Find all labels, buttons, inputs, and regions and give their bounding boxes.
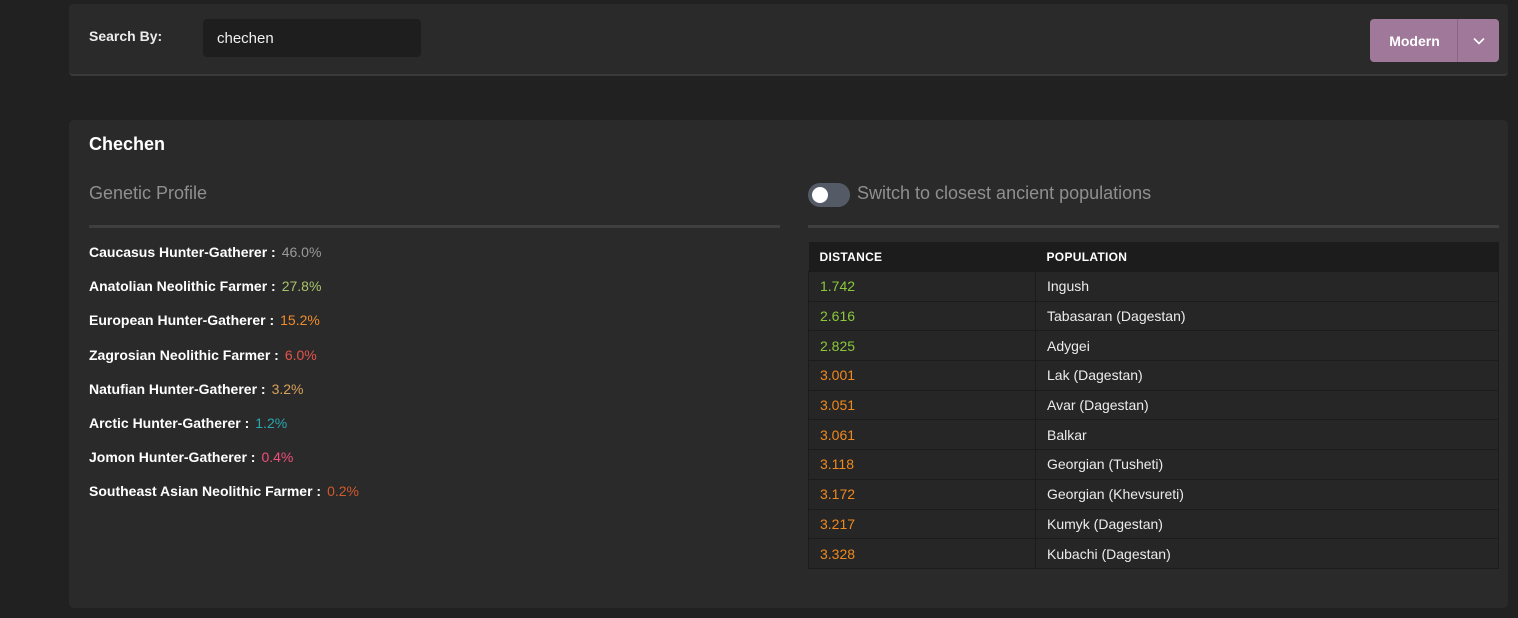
table-row[interactable]: 3.001 Lak (Dagestan) [808, 360, 1499, 391]
ancient-populations-toggle-label: Switch to closest ancient populations [857, 183, 1152, 203]
genetic-profile-list: Caucasus Hunter-Gatherer : 46.0% Anatolian… [89, 244, 359, 518]
profile-component-name: Arctic Hunter-Gatherer : [89, 414, 250, 431]
distance-cell: 2.616 [808, 300, 1036, 332]
profile-item: Natufian Hunter-Gatherer : 3.2% [89, 381, 359, 415]
divider [89, 225, 780, 228]
population-result-card: Chechen Genetic Profile Caucasus Hunter-… [69, 120, 1508, 608]
profile-component-percent: 15.2% [280, 312, 320, 329]
profile-component-name: Southeast Asian Neolithic Farmer : [89, 483, 322, 500]
population-cell: Kubachi (Dagestan) [1035, 538, 1499, 569]
profile-component-name: Zagrosian Neolithic Farmer : [89, 346, 279, 363]
distance-cell: 3.328 [808, 538, 1036, 569]
population-cell: Kumyk (Dagestan) [1035, 508, 1499, 540]
profile-component-percent: 3.2% [271, 380, 304, 397]
divider [808, 225, 1499, 228]
profile-item: Zagrosian Neolithic Farmer : 6.0% [89, 347, 359, 381]
profile-item: Anatolian Neolithic Farmer : 27.8% [89, 278, 359, 312]
table-row[interactable]: 1.742 Ingush [808, 271, 1499, 302]
table-row[interactable]: 2.825 Adygei [808, 330, 1499, 362]
distance-cell: 2.825 [808, 330, 1036, 362]
mode-dropdown[interactable]: Modern [1370, 19, 1499, 62]
profile-item: Caucasus Hunter-Gatherer : 46.0% [89, 244, 359, 278]
distance-cell: 3.061 [808, 419, 1036, 451]
profile-item: Southeast Asian Neolithic Farmer : 0.2% [89, 483, 359, 517]
profile-component-name: Anatolian Neolithic Farmer : [89, 278, 276, 295]
population-cell: Adygei [1035, 330, 1499, 362]
population-cell: Georgian (Khevsureti) [1035, 478, 1499, 510]
distance-table: DISTANCE POPULATION 1.742 Ingush 2.616 Taba… [808, 242, 1499, 569]
population-cell: Avar (Dagestan) [1035, 389, 1499, 421]
profile-component-percent: 0.4% [261, 449, 294, 466]
table-row[interactable]: 3.328 Kubachi (Dagestan) [808, 538, 1499, 569]
table-row[interactable]: 2.616 Tabasaran (Dagestan) [808, 300, 1499, 332]
profile-item: Arctic Hunter-Gatherer : 1.2% [89, 415, 359, 449]
distance-cell: 3.217 [808, 508, 1036, 540]
search-label: Search By: [89, 28, 163, 44]
distance-cell: 1.742 [808, 271, 1036, 302]
table-row[interactable]: 3.217 Kumyk (Dagestan) [808, 508, 1499, 540]
genetic-profile-heading: Genetic Profile [89, 183, 208, 203]
profile-item: Jomon Hunter-Gatherer : 0.4% [89, 449, 359, 483]
population-cell: Ingush [1035, 271, 1499, 302]
population-cell: Georgian (Tusheti) [1035, 449, 1499, 480]
table-row[interactable]: 3.061 Balkar [808, 419, 1499, 451]
column-header-population[interactable]: POPULATION [1035, 242, 1499, 272]
table-row[interactable]: 3.051 Avar (Dagestan) [808, 389, 1499, 421]
population-cell: Tabasaran (Dagestan) [1035, 300, 1499, 332]
distance-cell: 3.051 [808, 389, 1036, 421]
profile-component-percent: 27.8% [281, 278, 322, 295]
mode-dropdown-label: Modern [1389, 32, 1440, 49]
profile-component-percent: 46.0% [281, 244, 322, 260]
ancient-populations-toggle[interactable] [808, 183, 850, 207]
profile-component-percent: 1.2% [255, 414, 288, 431]
distance-cell: 3.001 [808, 360, 1036, 391]
search-panel: Search By: Modern [69, 4, 1508, 76]
chevron-down-icon[interactable] [1458, 37, 1499, 45]
toggle-knob [812, 187, 828, 203]
distance-cell: 3.118 [808, 449, 1036, 480]
profile-component-name: Jomon Hunter-Gatherer : [89, 449, 256, 466]
profile-component-name: Natufian Hunter-Gatherer : [89, 380, 266, 397]
profile-component-name: European Hunter-Gatherer : [89, 312, 275, 329]
profile-item: European Hunter-Gatherer : 15.2% [89, 312, 359, 346]
profile-component-name: Caucasus Hunter-Gatherer : [89, 244, 276, 260]
profile-component-percent: 6.0% [284, 346, 317, 363]
population-title: Chechen [89, 134, 166, 154]
table-row[interactable]: 3.118 Georgian (Tusheti) [808, 449, 1499, 480]
profile-component-percent: 0.2% [327, 483, 360, 500]
distance-cell: 3.172 [808, 478, 1036, 510]
population-cell: Balkar [1035, 419, 1499, 451]
table-row[interactable]: 3.172 Georgian (Khevsureti) [808, 478, 1499, 510]
search-input[interactable] [203, 19, 421, 57]
column-header-distance[interactable]: DISTANCE [808, 242, 1036, 272]
table-header-row: DISTANCE POPULATION [808, 242, 1499, 272]
population-cell: Lak (Dagestan) [1035, 360, 1499, 391]
